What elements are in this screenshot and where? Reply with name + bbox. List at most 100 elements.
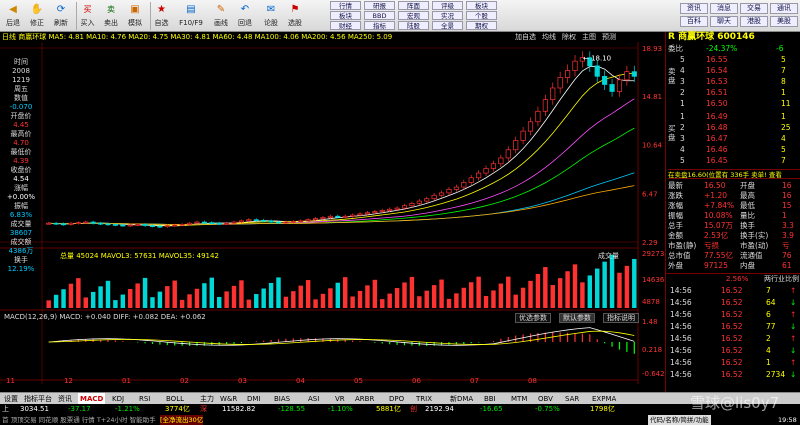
watchlist-button[interactable]: ★ 自选 [150, 2, 172, 30]
candle-body [490, 163, 497, 169]
price-tick: 14.81 [642, 93, 662, 101]
tick-direction-icon: ↓ [790, 370, 797, 379]
quick-link-3-1[interactable]: 实况 [432, 11, 463, 20]
candle-body [312, 218, 319, 221]
indicator-tab-bar: 设置 指标平台 资讯 MACD KDJ RSI BOLL 主力 W&R DMI BIAS ASI VR A… [0, 392, 800, 405]
candle-body [446, 189, 452, 194]
quick-link-0-0[interactable]: 行情 [330, 1, 361, 10]
quick-link-1-0[interactable]: 研报 [364, 1, 395, 10]
tick-direction-icon: ↑ [790, 358, 797, 367]
volume-bar [335, 282, 341, 308]
buy-cell: 16.46 [706, 145, 728, 154]
right-link-0-3[interactable]: 通讯 [770, 3, 798, 14]
volume-bar [543, 267, 548, 308]
buy-row: 1 16.49 1 [666, 112, 800, 122]
status-alert: [全净流出30亿 [160, 415, 204, 425]
candle-body [616, 79, 623, 92]
volume-bar [157, 291, 163, 308]
volume-bar [68, 283, 74, 308]
right-link-0-0[interactable]: 资讯 [680, 3, 708, 14]
buy-button[interactable]: 买买入 [76, 2, 98, 30]
discuss-button[interactable]: ✉ 论股 [260, 2, 282, 30]
cursor-info-15: +0.00% [6, 193, 36, 201]
chart-action-0[interactable]: 加自选 [515, 33, 536, 41]
quick-link-4-1[interactable]: 个股 [466, 11, 497, 20]
volume-bar [446, 298, 452, 308]
search-input[interactable]: 代码/名称/简拼/功能 [648, 415, 711, 425]
webi-cell: -24.37% [706, 44, 738, 53]
rollback-icon: ↶ [240, 4, 250, 15]
quick-link-4-2[interactable]: 期权 [466, 21, 497, 30]
chart-action-1[interactable]: 均线 [542, 33, 556, 41]
stat-cell: 10.08% [704, 211, 733, 220]
right-link-0-1[interactable]: 消息 [710, 3, 738, 14]
right-link-1-1[interactable]: 聊天 [710, 16, 738, 27]
month-tick: 11 [6, 377, 15, 384]
cy-change: -16.65 [480, 405, 503, 413]
stat-cell: 15 [782, 201, 792, 210]
right-link-0-2[interactable]: 交易 [740, 3, 768, 14]
order-alert[interactable]: 在卖盘16.60(位置有 336手 卖单! 查看 [668, 169, 800, 179]
tick-row: 14:56 16.52 77 ↓ [666, 321, 800, 332]
cursor-info-18: 成交量 [10, 220, 32, 228]
tick-row: 14:56 16.52 6 ↑ [666, 309, 800, 320]
quick-link-0-2[interactable]: 财经 [330, 21, 361, 30]
tick-cell: 16.52 [721, 310, 743, 319]
candle-body [275, 221, 282, 224]
fix-button[interactable]: ✋ 修正 [26, 2, 48, 30]
macd-btn-1[interactable]: 默认参数 [559, 313, 595, 323]
chat-icon: ✉ [266, 4, 276, 15]
quick-link-4-0[interactable]: 板块 [466, 1, 497, 10]
buy-cell: 1 [680, 112, 685, 121]
f10-button[interactable]: ▤ F10/F9 [174, 2, 208, 30]
price-tick: 6.47 [642, 190, 658, 198]
drawline-button[interactable]: ✎ 画线 [210, 2, 232, 30]
cursor-info-10: 最低价 [10, 148, 32, 156]
right-link-1-2[interactable]: 港股 [740, 16, 768, 27]
stat-cell: 亏损 [704, 241, 719, 250]
chart-action-4[interactable]: 预测 [602, 33, 616, 41]
right-link-1-0[interactable]: 百科 [680, 16, 708, 27]
chart-action-3[interactable]: 主图 [582, 33, 596, 41]
candle-body [98, 222, 104, 225]
quick-link-1-2[interactable]: 指标 [364, 21, 395, 30]
quick-link-2-2[interactable]: 陆股 [398, 21, 429, 30]
volume-bar [513, 294, 518, 308]
right-link-1-3[interactable]: 美股 [770, 16, 798, 27]
sell-cell: 1 [680, 99, 685, 108]
simulate-button[interactable]: ▣ 模拟 [124, 2, 146, 30]
macd-btn-0[interactable]: 优选参数 [515, 313, 551, 323]
candle-body [186, 222, 193, 225]
kline-chart[interactable]: ← 18.10 18.93 14.81 10.64 6.47 2.29 29273 1463… [0, 42, 665, 384]
buy-row: 2 16.48 25 [666, 123, 800, 133]
stat-cell: 开盘 [740, 181, 755, 190]
sz-label: 深 [200, 405, 207, 413]
quick-link-3-0[interactable]: 评级 [432, 1, 463, 10]
volume-bar [231, 285, 237, 308]
volume-bar [165, 286, 170, 308]
tick-cell: 6 [766, 310, 771, 319]
quick-link-2-1[interactable]: 宏观 [398, 11, 429, 20]
candlesticks: ← 18.10 [46, 51, 637, 228]
macd-legend: MACD(12,26,9) MACD: +0.040 DIFF: +0.082 … [4, 313, 206, 321]
stat-cell: 最新 [668, 181, 683, 190]
quick-link-2-0[interactable]: 阵面 [398, 1, 429, 10]
rollback-button[interactable]: ↶ 回退 [234, 2, 256, 30]
screener-button[interactable]: ⚑ 选股 [284, 2, 306, 30]
candle-body [164, 225, 170, 228]
webi-cell: -6 [776, 44, 784, 53]
candle-body [342, 215, 348, 218]
volume-button[interactable]: 成交量 [598, 251, 619, 261]
refresh-button[interactable]: ⟳ 刷新 [50, 2, 72, 30]
volume-bar [498, 283, 504, 308]
chart-action-2[interactable]: 除权 [562, 33, 576, 41]
quick-link-3-2[interactable]: 全景 [432, 21, 463, 30]
macd-btn-2[interactable]: 指标说明 [603, 313, 639, 323]
candle-body [238, 220, 245, 223]
quick-link-1-1[interactable]: BBD [364, 11, 395, 20]
sell-button[interactable]: 卖卖出 [100, 2, 122, 30]
quick-link-0-1[interactable]: 板块 [330, 11, 361, 20]
back-button[interactable]: ◀ 后退 [2, 2, 24, 30]
volume-tick: 14636 [642, 276, 665, 284]
month-tick: 07 [470, 377, 479, 384]
